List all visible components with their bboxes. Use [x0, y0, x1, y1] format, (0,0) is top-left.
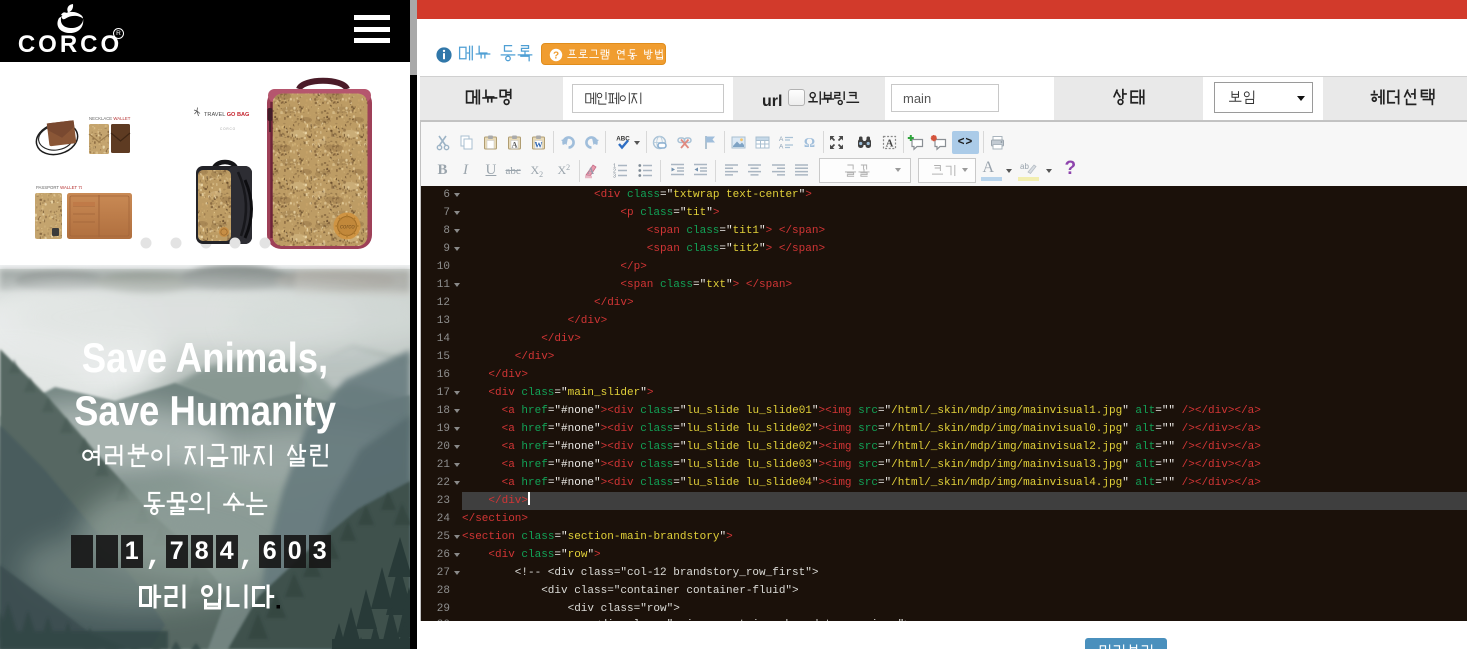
svg-text:TRAVEL GO BAG: TRAVEL GO BAG [204, 112, 249, 118]
svg-text:A: A [779, 136, 784, 143]
svg-text:3: 3 [613, 174, 616, 180]
svg-text:Ω: Ω [804, 136, 815, 151]
svg-text:W: W [534, 140, 542, 149]
svg-text:NECKLACE WALLET: NECKLACE WALLET [89, 116, 131, 121]
svg-text:A: A [779, 143, 784, 150]
svg-text:A: A [588, 166, 595, 176]
svg-text:A: A [512, 140, 518, 149]
svg-text:ab: ab [1020, 162, 1029, 171]
svg-text:corco: corco [340, 225, 355, 231]
svg-text:A: A [885, 138, 893, 149]
svg-text:PASSPORT WALLET 7t: PASSPORT WALLET 7t [36, 185, 83, 190]
svg-text:CORCO: CORCO [220, 127, 236, 131]
